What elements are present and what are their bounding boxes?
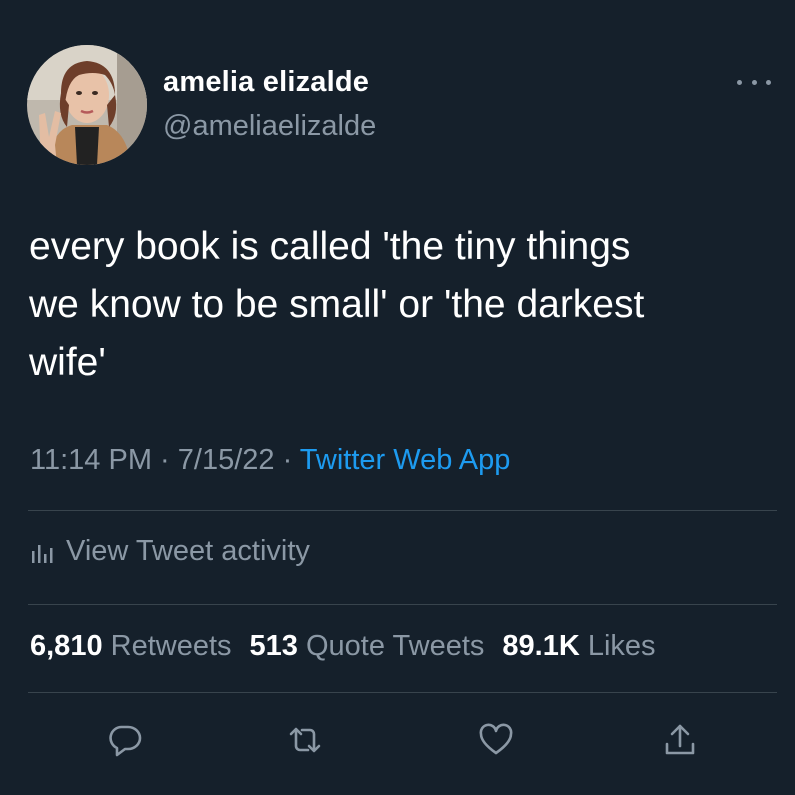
quotes-stat[interactable]: 513 Quote Tweets <box>250 630 485 662</box>
likes-count: 89.1K <box>502 630 580 662</box>
retweets-label: Retweets <box>110 630 232 662</box>
divider <box>28 692 777 693</box>
tweet-source-link[interactable]: Twitter Web App <box>300 444 511 476</box>
tweet-stats: 6,810 Retweets 513 Quote Tweets 89.1K Like… <box>30 630 656 663</box>
reply-icon[interactable] <box>107 722 143 758</box>
divider <box>28 510 777 511</box>
quotes-count: 513 <box>249 630 298 662</box>
analytics-icon <box>30 539 56 565</box>
avatar[interactable] <box>27 45 147 165</box>
avatar-photo <box>27 45 147 165</box>
likes-stat[interactable]: 89.1K Likes <box>502 630 655 662</box>
view-activity-label: View Tweet activity <box>66 535 310 567</box>
divider <box>28 604 777 605</box>
user-handle[interactable]: @ameliaelizalde <box>163 110 376 143</box>
tweet-text: every book is called 'the tiny things we… <box>29 225 645 384</box>
retweets-stat[interactable]: 6,810 Retweets <box>30 630 232 662</box>
more-dot <box>766 79 771 85</box>
quotes-label: Quote Tweets <box>305 630 485 662</box>
display-name[interactable]: amelia elizalde <box>163 66 369 99</box>
more-dot <box>751 79 757 85</box>
tweet-time[interactable]: 11:14 PM <box>30 444 152 476</box>
tweet-date[interactable]: 7/15/22 <box>178 444 275 476</box>
retweet-icon[interactable] <box>287 722 323 758</box>
view-activity-button[interactable]: View Tweet activity <box>30 535 310 568</box>
likes-label: Likes <box>587 630 656 662</box>
retweets-count: 6,810 <box>30 630 103 662</box>
meta-separator: · <box>151 444 178 476</box>
tweet-card: amelia elizalde @ameliaelizalde every bo… <box>0 0 795 795</box>
more-options-icon[interactable] <box>737 76 771 88</box>
like-icon[interactable] <box>478 722 514 758</box>
meta-separator: · <box>274 444 300 476</box>
more-dot <box>737 79 742 85</box>
tweet-meta: 11:14 PM · 7/15/22 · Twitter Web App <box>30 444 510 477</box>
share-icon[interactable] <box>662 722 698 758</box>
